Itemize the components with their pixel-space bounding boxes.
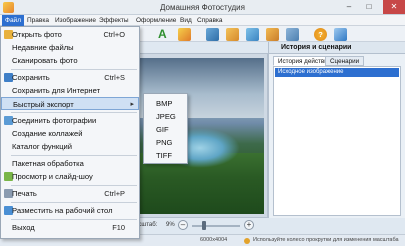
export-bmp[interactable]: BMP [156, 99, 172, 108]
submenu-arrow-icon: ▸ [130, 101, 134, 108]
menu-open-photo[interactable]: Открыть фото Ctrl+O [1, 28, 139, 41]
info-icon [244, 238, 250, 244]
about-icon[interactable] [334, 28, 347, 41]
zoom-control: Масштаб: 9% – + [130, 218, 270, 234]
menu-slideshow[interactable]: Просмотр и слайд-шоу [1, 170, 139, 183]
menu-separator [11, 185, 137, 186]
menu-edit[interactable]: Правка [24, 15, 52, 26]
export-jpeg[interactable]: JPEG [156, 112, 176, 121]
menu-create-collages[interactable]: Создание коллажей [1, 127, 139, 140]
menu-separator [11, 69, 137, 70]
menu-design[interactable]: Оформление [133, 15, 179, 26]
text-tool-icon[interactable]: A [158, 28, 171, 41]
zoom-slider-thumb[interactable] [202, 221, 206, 230]
frame-tool-icon[interactable] [206, 28, 219, 41]
zoom-value: 9% [166, 222, 175, 228]
menu-separator [11, 112, 137, 113]
close-button[interactable]: ✕ [383, 0, 405, 14]
collage-tool-icon[interactable] [246, 28, 259, 41]
paint-tool-icon[interactable] [178, 28, 191, 41]
zoom-in-button[interactable]: + [244, 220, 254, 230]
maximize-button[interactable]: □ [360, 0, 378, 14]
help-icon[interactable]: ? [314, 28, 327, 41]
menu-help[interactable]: Справка [194, 15, 226, 26]
history-item[interactable]: Исходное изображение [275, 68, 399, 77]
photo-tool-icon[interactable] [226, 28, 239, 41]
menu-exit[interactable]: Выход F10 [1, 221, 139, 234]
history-list: Исходное изображение [273, 66, 401, 216]
menu-print[interactable]: Печать Ctrl+P [1, 187, 139, 200]
menu-save[interactable]: Сохранить Ctrl+S [1, 71, 139, 84]
menu-set-desktop[interactable]: Разместить на рабочий стол [1, 204, 139, 217]
menu-quick-export[interactable]: Быстрый экспорт ▸ [1, 97, 139, 110]
tab-scenarios[interactable]: Сценарии [325, 56, 365, 66]
export-submenu: BMP JPEG GIF PNG TIFF [143, 93, 188, 164]
menu-recent-files[interactable]: Недавние файлы [1, 41, 139, 54]
zoom-slider-track[interactable] [192, 225, 240, 227]
menu-effects[interactable]: Эффекты [96, 15, 132, 26]
title-bar: Домашняя Фотостудия – □ ✕ [0, 0, 405, 15]
menu-bar: Файл Правка Изображение Эффекты Оформлен… [0, 15, 405, 26]
file-menu: Открыть фото Ctrl+O Недавние файлы Скани… [0, 26, 140, 239]
zoom-out-button[interactable]: – [178, 220, 188, 230]
menu-view[interactable]: Вид [177, 15, 195, 26]
history-panel: История и сценарии История действий Сцен… [268, 42, 405, 218]
menu-merge-photos[interactable]: Соединить фотографии [1, 114, 139, 127]
menu-function-catalog[interactable]: Каталог функций [1, 140, 139, 153]
menu-save-for-web[interactable]: Сохранить для Интернет [1, 84, 139, 97]
export-png[interactable]: PNG [156, 138, 172, 147]
menu-separator [11, 155, 137, 156]
history-panel-header: История и сценарии [269, 42, 405, 54]
export-gif[interactable]: GIF [156, 125, 169, 134]
status-hint: Используйте колесо прокрутки для изменен… [253, 237, 399, 243]
menu-scan-photo[interactable]: Сканировать фото [1, 54, 139, 67]
menu-separator [11, 202, 137, 203]
calendar-tool-icon[interactable] [266, 28, 279, 41]
image-dimensions: 6000x4004 [200, 237, 228, 243]
print-tool-icon[interactable] [286, 28, 299, 41]
minimize-button[interactable]: – [340, 0, 358, 14]
menu-file[interactable]: Файл [2, 15, 24, 26]
menu-image[interactable]: Изображение [52, 15, 99, 26]
menu-batch-processing[interactable]: Пакетная обработка [1, 157, 139, 170]
menu-separator [11, 219, 137, 220]
export-tiff[interactable]: TIFF [156, 151, 172, 160]
